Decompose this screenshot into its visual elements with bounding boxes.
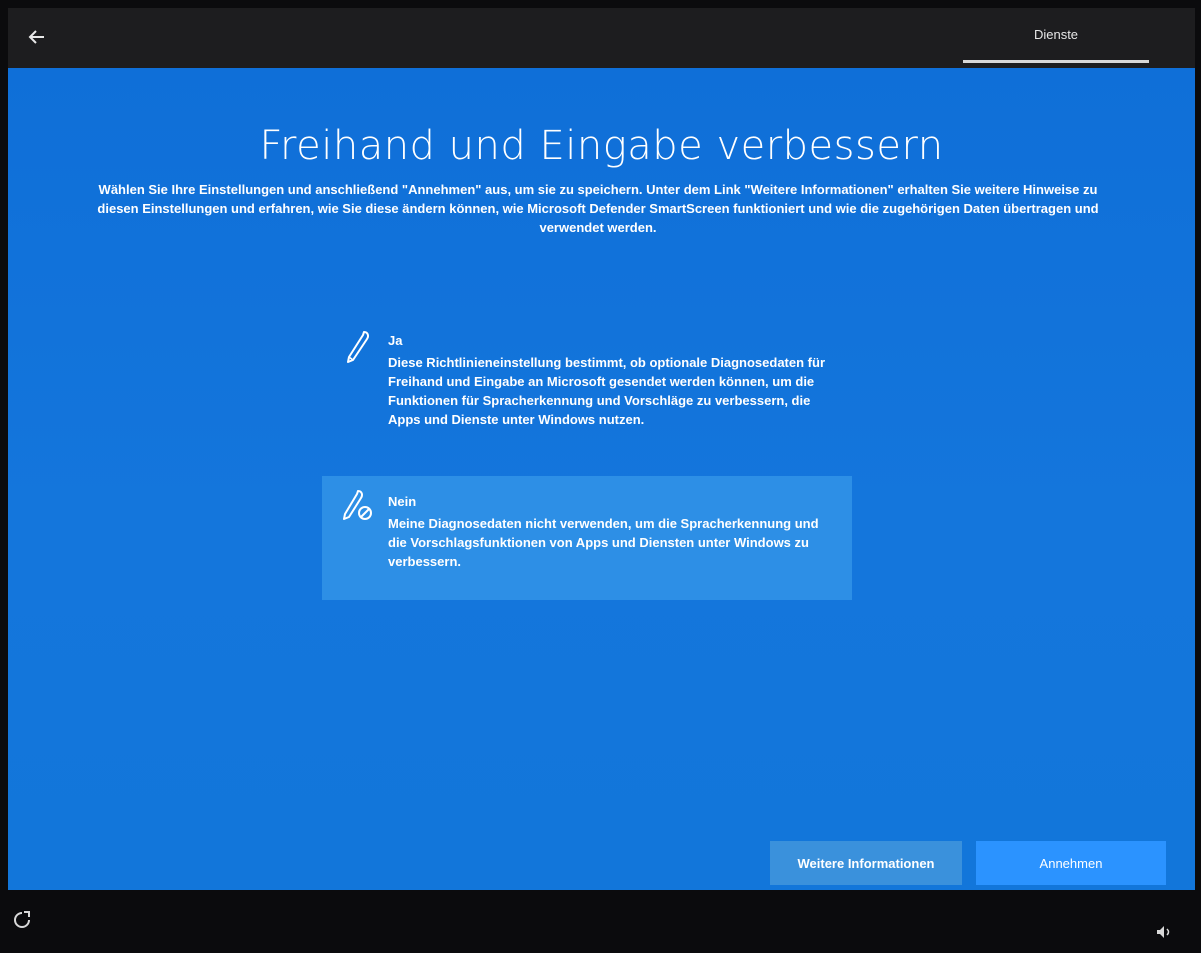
top-bar: Dienste <box>8 8 1195 68</box>
ease-of-access-icon[interactable] <box>12 910 32 930</box>
page-subtitle: Wählen Sie Ihre Einstellungen und anschl… <box>97 182 1099 235</box>
speaker-icon[interactable] <box>1155 924 1173 940</box>
accept-button[interactable]: Annehmen <box>976 841 1166 885</box>
more-info-button[interactable]: Weitere Informationen <box>770 841 962 885</box>
page-title: Freihand und Eingabe verbessern <box>259 123 944 169</box>
option-ja-title: Ja <box>388 333 403 348</box>
pen-blocked-icon <box>340 488 372 524</box>
arrow-left-icon[interactable] <box>22 22 52 52</box>
option-nein-title: Nein <box>388 494 417 509</box>
pen-icon <box>342 329 372 365</box>
option-nein[interactable]: Nein Meine Diagnosedaten nicht verwenden… <box>322 476 852 600</box>
tab-dienste[interactable]: Dienste <box>963 8 1149 63</box>
oobe-screen: Freihand und Eingabe verbessern Wählen S… <box>8 68 1195 890</box>
option-nein-description: Meine Diagnosedaten nicht verwenden, um … <box>388 516 819 569</box>
option-ja[interactable]: Ja Diese Richtlinieneinstellung bestimmt… <box>330 323 860 463</box>
option-ja-description: Diese Richtlinieneinstellung bestimmt, o… <box>388 355 825 427</box>
device-frame: Dienste Freihand und Eingabe verbessern … <box>0 0 1201 953</box>
